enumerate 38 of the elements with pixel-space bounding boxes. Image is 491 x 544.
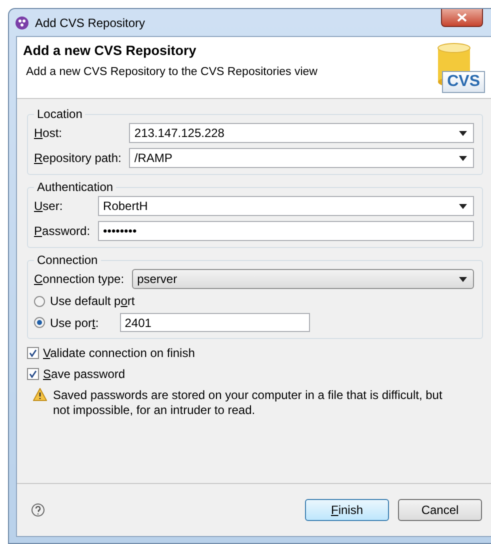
radio-button[interactable] — [34, 317, 45, 328]
input-field[interactable]: •••••••• — [98, 221, 474, 241]
checkbox-label[interactable]: Save password — [43, 367, 130, 381]
checkbox[interactable] — [27, 368, 39, 380]
caret-icon[interactable] — [459, 156, 467, 160]
window-title: Add CVS Repository — [35, 16, 146, 30]
warning-icon — [33, 388, 47, 401]
logo-label: CVS — [442, 71, 485, 93]
cancel-button[interactable]: Cancel — [398, 499, 482, 521]
dropdown[interactable]: pserver — [132, 269, 474, 289]
input-field[interactable]: 2401 — [120, 313, 310, 332]
radio-label[interactable]: Use default port — [50, 294, 139, 308]
app-icon — [15, 16, 29, 30]
combo-box[interactable]: 213.147.125.228 — [129, 123, 474, 143]
group-title: Location — [36, 107, 84, 121]
field-label: User: — [34, 199, 64, 213]
help-icon[interactable] — [31, 503, 45, 517]
field-label: Host: — [34, 126, 64, 140]
page-title: Add a new CVS Repository — [23, 43, 198, 58]
radio-button[interactable] — [34, 296, 45, 306]
caret-icon[interactable] — [459, 130, 467, 136]
close-button[interactable] — [441, 9, 483, 27]
close-icon[interactable] — [457, 13, 467, 22]
group-title: Authentication — [36, 180, 114, 194]
checkbox-label[interactable]: Validate connection on finish — [43, 346, 199, 360]
field-label: Password: — [34, 224, 92, 238]
group-title: Connection — [36, 253, 99, 267]
caret-icon[interactable] — [459, 276, 467, 282]
checkbox[interactable] — [27, 347, 39, 359]
field-label: Connection type: — [34, 272, 126, 286]
finish-button[interactable]: Finish — [305, 499, 389, 521]
combo-box[interactable]: /RAMP — [129, 148, 474, 168]
page-description: Add a new CVS Repository to the CVS Repositories view — [26, 66, 318, 78]
radio-label[interactable]: Use port: — [50, 316, 103, 330]
warning-message: Saved passwords are stored on your computer in a file that is difficult, but not impossible, for an intruder to read. — [53, 388, 444, 418]
field-label: Repository path: — [34, 151, 122, 165]
caret-icon[interactable] — [459, 204, 467, 208]
combo-box[interactable]: RobertH — [98, 196, 474, 216]
